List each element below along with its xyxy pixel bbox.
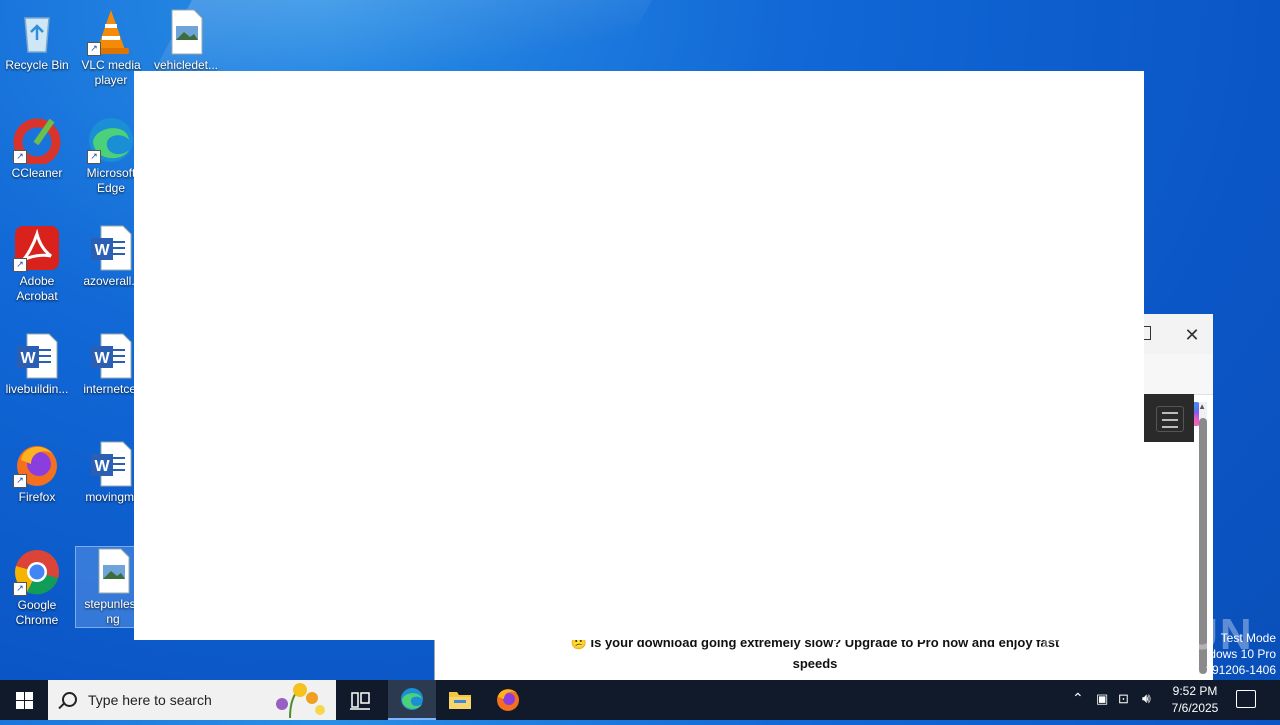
search-placeholder: Type here to search [88, 692, 212, 708]
taskbar-search-box[interactable]: Type here to search [48, 680, 336, 720]
desktop-icon-livebuilding[interactable]: W livebuildin... [0, 332, 74, 397]
edge-icon [401, 688, 423, 710]
desktop-icon-chrome[interactable]: ↗ Google Chrome [0, 548, 74, 628]
icon-label: Adobe Acrobat [16, 274, 58, 303]
icon-label: CCleaner [11, 166, 63, 180]
test-mode-line3: 191206-1406 [1205, 663, 1276, 677]
show-hidden-icons-chevron-icon[interactable]: ⌃ [1072, 690, 1084, 707]
image-file-icon [162, 8, 210, 56]
desktop-icon-firefox[interactable]: ↗ Firefox [0, 440, 74, 505]
volume-icon[interactable]: 🔊︎ [1142, 690, 1151, 707]
shortcut-arrow-icon: ↗ [13, 582, 27, 596]
scroll-up-arrow-icon[interactable]: ▲ [1198, 402, 1206, 411]
network-icon[interactable]: ⊡ [1118, 691, 1129, 707]
test-mode-line1: Test Mode [1220, 631, 1276, 645]
task-view-button[interactable] [336, 680, 384, 720]
icon-label: Google Chrome [15, 598, 59, 627]
system-tray: ⌃ ▣ ⊡ 🔊︎ [1066, 680, 1162, 720]
action-center-icon[interactable] [1236, 690, 1256, 708]
shortcut-arrow-icon: ↗ [13, 474, 27, 488]
page-navbar [1144, 394, 1194, 442]
shortcut-arrow-icon: ↗ [87, 150, 101, 164]
shortcut-arrow-icon: ↗ [13, 258, 27, 272]
taskbar-file-explorer-button[interactable] [436, 680, 484, 720]
ccleaner-icon: ↗ [13, 116, 61, 166]
svg-text:W: W [94, 242, 110, 259]
edge-icon: ↗ [87, 116, 135, 164]
recycle-bin-icon [13, 8, 61, 56]
meet-now-icon[interactable]: ▣ [1096, 691, 1108, 707]
icon-label: Recycle Bin [5, 58, 69, 72]
search-icon [62, 692, 77, 707]
blank-window[interactable] [134, 71, 1144, 640]
image-file-icon [89, 547, 137, 595]
clock-date: 7/6/2025 [1171, 701, 1219, 715]
close-button[interactable]: ✕ [1181, 324, 1203, 346]
test-mode-line2: dows 10 Pro [1209, 647, 1276, 661]
taskbar: Type here to search ⌃ ▣ ⊡ 🔊︎ 9:52 PM 7/6… [0, 680, 1280, 720]
icon-label: Firefox [18, 490, 56, 504]
shortcut-arrow-icon: ↗ [87, 42, 101, 56]
search-highlight-flowers-icon [276, 683, 325, 718]
desktop-icon-vehicledet[interactable]: vehicledet... [149, 8, 223, 73]
word-document-icon: W [13, 332, 61, 380]
shortcut-arrow-icon: ↗ [13, 150, 27, 164]
desktop-icon-recycle-bin[interactable]: Recycle Bin [0, 8, 74, 73]
taskbar-edge-button[interactable] [388, 680, 436, 720]
hamburger-menu-icon[interactable] [1156, 406, 1184, 432]
desktop-icon-ccleaner[interactable]: ↗ CCleaner [0, 116, 74, 181]
icon-label: livebuildin... [5, 382, 69, 396]
start-button[interactable] [0, 680, 48, 720]
task-view-icon [350, 692, 370, 710]
vlc-cone-icon: ↗ [87, 8, 135, 56]
test-mode-text: Test Mode dows 10 Pro 191206-1406 [1205, 630, 1276, 678]
word-document-icon: W [87, 332, 135, 380]
folder-icon [449, 692, 471, 709]
firefox-icon: ↗ [13, 440, 61, 488]
taskbar-clock[interactable]: 9:52 PM 7/6/2025 [1166, 683, 1224, 717]
taskbar-firefox-button[interactable] [484, 680, 532, 720]
chrome-icon: ↗ [13, 548, 61, 596]
acrobat-icon: ↗ [13, 224, 61, 272]
svg-text:W: W [94, 350, 110, 367]
clock-time: 9:52 PM [1172, 684, 1218, 698]
firefox-icon [497, 689, 519, 711]
word-document-icon: W [87, 440, 135, 488]
desktop-icon-acrobat[interactable]: ↗ Adobe Acrobat [0, 224, 74, 304]
svg-text:W: W [20, 350, 36, 367]
word-document-icon: W [87, 224, 135, 272]
svg-text:W: W [94, 458, 110, 475]
